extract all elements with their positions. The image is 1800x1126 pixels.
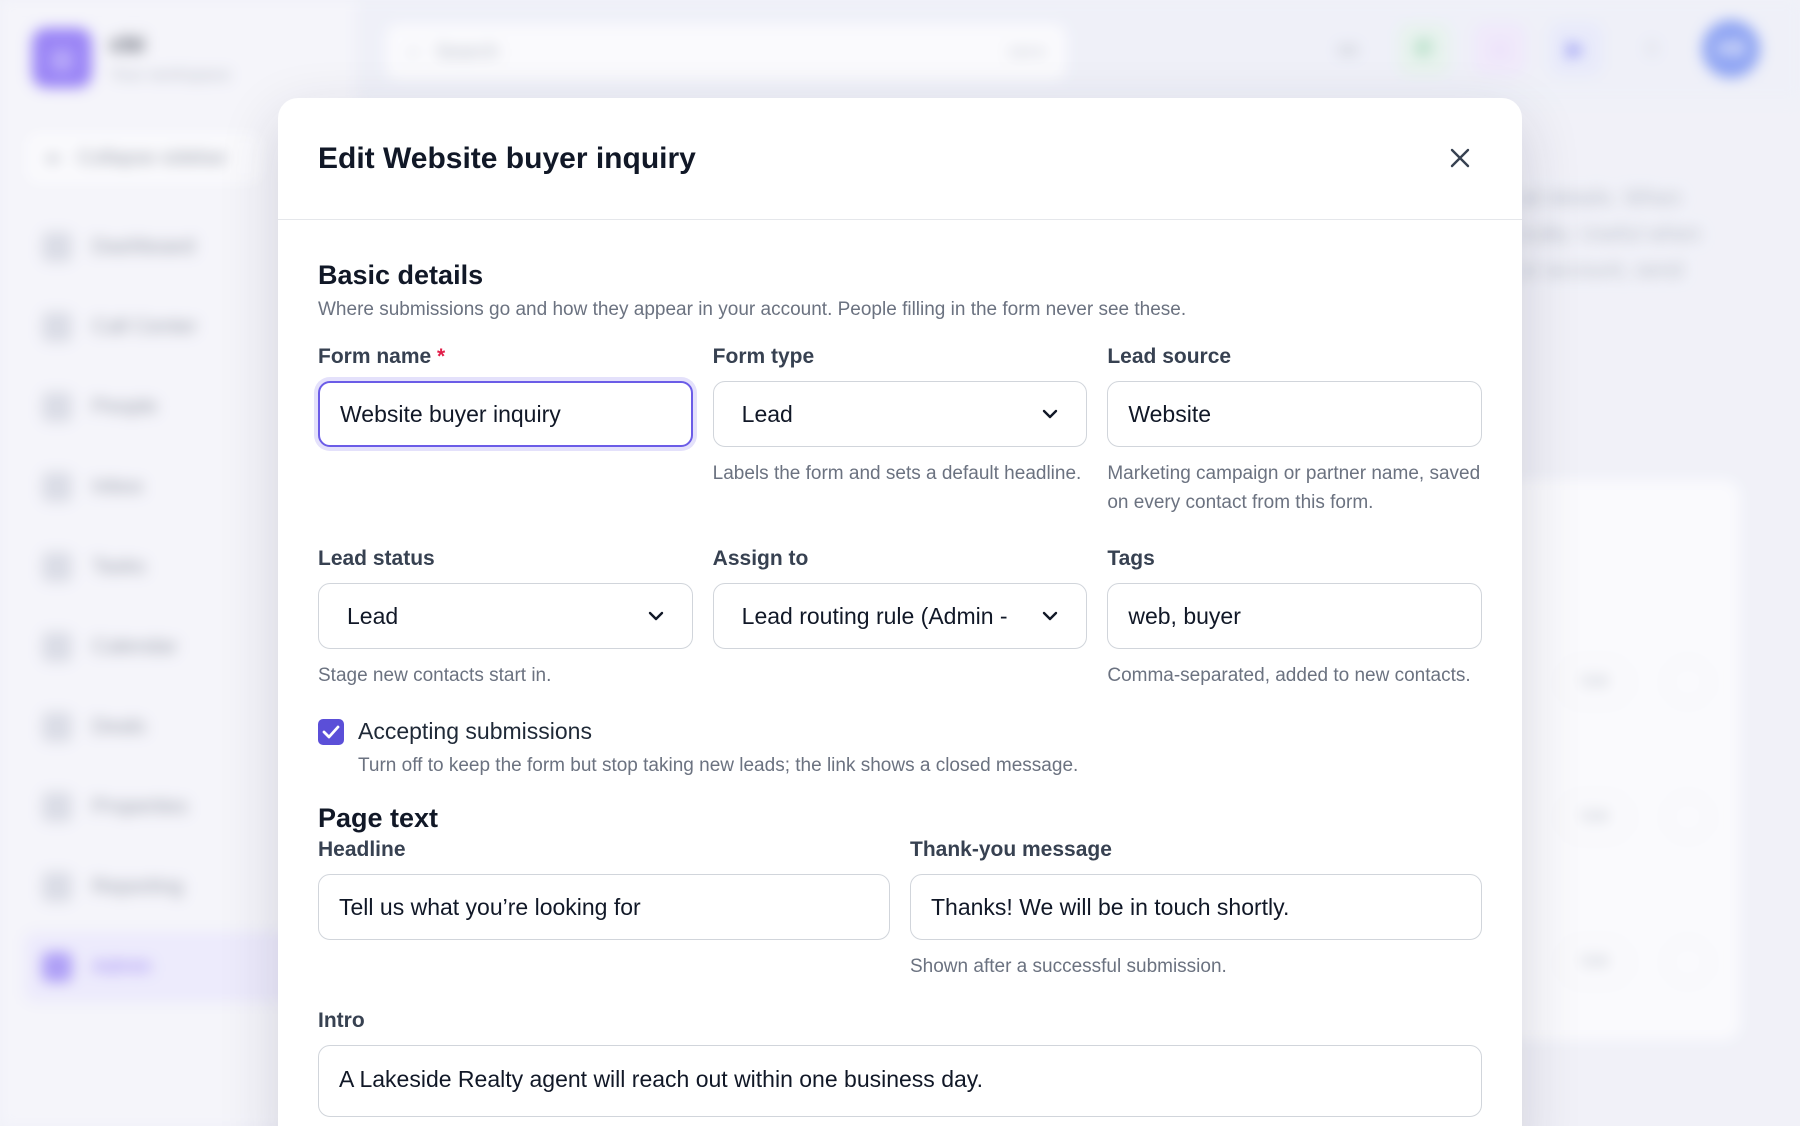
form-type-group: Form type Lead Labels the form and sets … [712, 345, 1088, 517]
close-button[interactable] [1438, 136, 1482, 180]
modal-body: Basic details Where submissions go and h… [278, 220, 1522, 1117]
assign-to-group: Assign to Lead routing rule (Admin - [712, 547, 1088, 690]
thank-you-label: Thank-you message [910, 838, 1112, 861]
intro-textarea[interactable]: A Lakeside Realty agent will reach out w… [318, 1045, 1482, 1117]
lead-status-label: Lead status [318, 547, 435, 570]
assign-to-select[interactable]: Lead routing rule (Admin - [712, 583, 1088, 649]
thank-you-group: Thank-you message Shown after a successf… [910, 838, 1482, 981]
chevron-down-icon [1043, 409, 1058, 419]
headline-group: Headline [318, 838, 890, 981]
accepting-submissions-row: Accepting submissions [318, 718, 1482, 745]
basic-details-title: Basic details [318, 260, 484, 290]
form-name-group: Form name * [318, 345, 693, 517]
basic-details-row-2: Lead status Lead Stage new contacts star… [318, 547, 1483, 690]
tags-label: Tags [1107, 547, 1155, 570]
thank-you-input[interactable] [910, 874, 1482, 940]
headline-input[interactable] [318, 874, 890, 940]
lead-status-value: Lead [347, 602, 399, 629]
lead-source-group: Lead source Marketing campaign or partne… [1107, 345, 1483, 517]
form-type-label: Form type [712, 345, 815, 368]
modal-title: Edit Website buyer inquiry [318, 141, 696, 175]
assign-to-value: Lead routing rule (Admin - [741, 602, 1008, 629]
checkmark-icon [322, 725, 340, 738]
tags-help: Comma-separated, added to new contacts. [1107, 665, 1471, 686]
tags-group: Tags Comma-separated, added to new conta… [1107, 547, 1483, 690]
form-type-value: Lead [741, 400, 793, 427]
chevron-down-icon [648, 611, 663, 621]
basic-details-row-1: Form name * Form type Lead Labels the fo… [318, 345, 1483, 517]
assign-to-label: Assign to [712, 547, 809, 570]
intro-label: Intro [318, 1009, 365, 1032]
form-name-label-text: Form name [318, 345, 432, 368]
basic-details-subtitle: Where submissions go and how they appear… [318, 299, 1187, 320]
thank-you-help: Shown after a successful submission. [910, 956, 1227, 977]
lead-source-help: Marketing campaign or partner name, save… [1107, 463, 1481, 513]
form-name-label: Form name * [318, 345, 693, 369]
intro-value: A Lakeside Realty agent will reach out w… [339, 1066, 983, 1092]
headline-label: Headline [318, 838, 406, 861]
lead-status-help: Stage new contacts start in. [318, 665, 552, 686]
required-marker: * [437, 345, 446, 368]
lead-status-select[interactable]: Lead [318, 583, 693, 649]
form-name-input[interactable] [318, 381, 693, 447]
form-type-help: Labels the form and sets a default headl… [712, 463, 1082, 484]
lead-source-input[interactable] [1107, 381, 1483, 447]
intro-group: Intro A Lakeside Realty agent will reach… [318, 1009, 1482, 1117]
edit-form-modal: Edit Website buyer inquiry Basic details… [278, 98, 1522, 1126]
accepting-submissions-help: Turn off to keep the form but stop takin… [358, 755, 1079, 776]
chevron-down-icon [1043, 611, 1058, 621]
close-icon [1450, 148, 1470, 168]
tags-input[interactable] [1107, 583, 1483, 649]
accepting-submissions-label[interactable]: Accepting submissions [358, 718, 592, 745]
page-text-title: Page text [318, 803, 439, 833]
lead-status-group: Lead status Lead Stage new contacts star… [318, 547, 693, 690]
form-type-select[interactable]: Lead [712, 381, 1088, 447]
modal-header: Edit Website buyer inquiry [278, 98, 1522, 220]
lead-source-label: Lead source [1107, 345, 1232, 368]
accepting-submissions-checkbox[interactable] [318, 718, 344, 745]
page-text-row: Headline Thank-you message Shown after a… [318, 838, 1482, 981]
